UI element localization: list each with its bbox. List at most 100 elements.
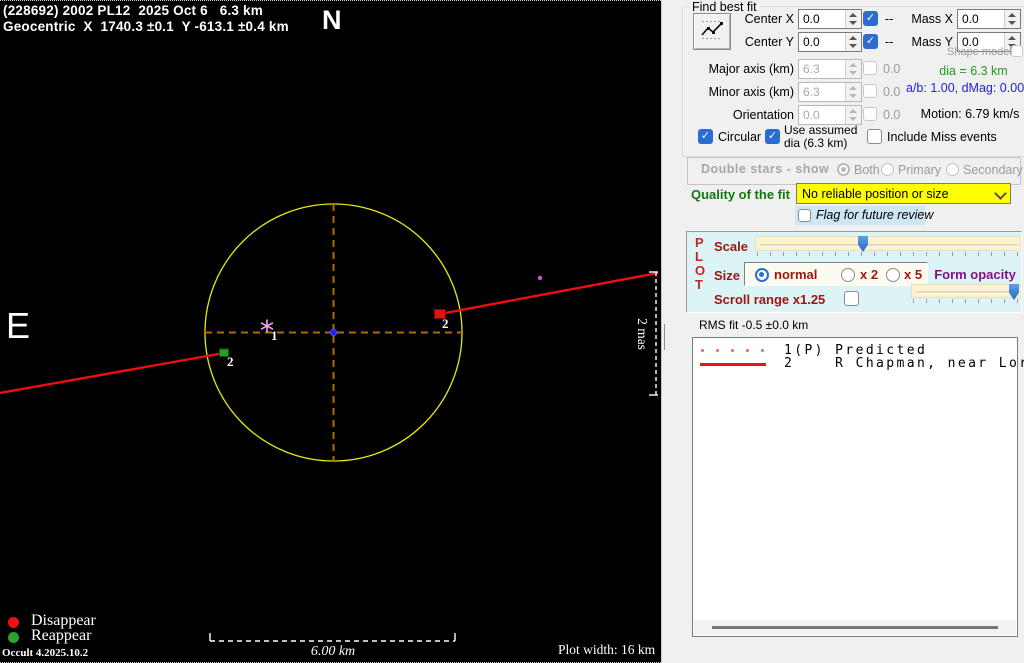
form-opacity-groove: [916, 291, 1018, 294]
center-y-spinner[interactable]: 0.0: [798, 32, 862, 52]
predicted-path-dot: [537, 275, 543, 281]
flag-review-checkbox[interactable]: [798, 209, 811, 222]
double-both-radio[interactable]: [837, 163, 850, 176]
form-opacity-slider[interactable]: [911, 284, 1021, 300]
legend-row-chord2[interactable]: 2 R Chapman, near Lorena: [784, 356, 1024, 371]
legend-reappear-label: Reappear: [31, 627, 92, 644]
center-y-label: Center Y: [744, 35, 794, 49]
mass-x-label: Mass X: [911, 12, 953, 26]
orientation-aux: 0.0: [883, 108, 901, 122]
center-y-checkbox[interactable]: ✓: [863, 34, 878, 49]
size-x2-radio[interactable]: [841, 268, 855, 282]
use-assumed-label-1: Use assumed: [784, 123, 858, 137]
shape-model-label: Shape model: [947, 46, 1012, 58]
size-x2-label: x 2: [860, 267, 879, 282]
form-opacity-thumb[interactable]: [1009, 284, 1019, 300]
predicted-swatch: [701, 349, 767, 353]
mass-x-spinner[interactable]: 0.0: [957, 9, 1021, 29]
double-secondary-label: Secondary: [963, 163, 1023, 177]
check-icon: ✓: [865, 12, 876, 24]
plot-letter-t: T: [695, 277, 703, 292]
quality-label: Quality of the fit: [691, 187, 790, 202]
shape-model-checkbox[interactable]: [1011, 45, 1023, 57]
scale-slider[interactable]: [755, 236, 1021, 252]
mas-scale-bracket: [649, 271, 658, 396]
rms-readout: RMS fit -0.5 ±0.0 km: [699, 318, 809, 332]
include-miss-checkbox[interactable]: [867, 129, 882, 144]
minor-axis-value[interactable]: 6.3: [799, 83, 845, 101]
mas-scale-label: 2 mas: [635, 318, 650, 350]
size-radio-group: normal x 2 x 5: [744, 262, 928, 286]
center-x-dash-label: --: [885, 12, 894, 26]
scale-slider-ticks: [757, 252, 1019, 256]
minor-axis-checkbox[interactable]: [863, 84, 877, 98]
center-y-value[interactable]: 0.0: [799, 33, 845, 51]
include-miss-label: Include Miss events: [887, 130, 997, 144]
reappear-dot-icon: [8, 632, 19, 643]
double-secondary-radio[interactable]: [946, 163, 959, 176]
scale-slider-thumb[interactable]: [858, 236, 868, 252]
plot-letter-l: L: [695, 249, 703, 264]
chevron-down-icon: [994, 187, 1007, 200]
occultation-plot[interactable]: (228692) 2002 PL12 2025 Oct 6 6.3 km Geo…: [0, 0, 661, 663]
mass-y-label: Mass Y: [911, 35, 953, 49]
scroll-range-label: Scroll range x1.25: [714, 292, 826, 307]
flag-review-bg: Flag for future review: [795, 206, 933, 225]
check-icon: ✓: [767, 130, 778, 142]
divider-tick: [664, 324, 665, 350]
center-x-label: Center X: [744, 12, 794, 26]
chord2-line-right[interactable]: [439, 271, 659, 316]
listbox-hscrollbar[interactable]: [694, 620, 1016, 635]
marker1-label: 1: [271, 328, 278, 343]
mass-x-value[interactable]: 0.0: [958, 10, 1004, 28]
north-label: N: [322, 5, 342, 35]
east-label: E: [6, 305, 31, 346]
marker2-green-label: 2: [227, 354, 234, 369]
orientation-spinner[interactable]: 0.0: [798, 105, 862, 125]
version-label: Occult 4.2025.10.2: [2, 647, 89, 659]
minor-axis-spinner[interactable]: 6.3: [798, 82, 862, 102]
form-opacity-ticks: [913, 299, 1019, 303]
disappear-dot-icon: [8, 617, 19, 628]
size-x5-radio[interactable]: [886, 268, 900, 282]
orientation-label: Orientation: [732, 108, 794, 122]
occult-window: (228692) 2002 PL12 2025 Oct 6 6.3 km Geo…: [0, 0, 1024, 663]
use-assumed-checkbox[interactable]: ✓: [765, 129, 780, 144]
center-x-checkbox[interactable]: ✓: [863, 11, 878, 26]
size-normal-radio[interactable]: [755, 268, 769, 282]
chord2-line-left[interactable]: [0, 351, 225, 395]
center-y-dash-label: --: [885, 35, 894, 49]
scroll-range-checkbox[interactable]: [844, 291, 859, 306]
major-axis-checkbox[interactable]: [863, 61, 877, 75]
major-axis-spinner[interactable]: 6.3: [798, 59, 862, 79]
major-axis-value[interactable]: 6.3: [799, 60, 845, 78]
quality-combobox[interactable]: No reliable position or size: [796, 183, 1011, 204]
scale-bar-label: 6.00 km: [310, 644, 356, 659]
size-label: Size: [714, 268, 741, 283]
size-normal-label: normal: [774, 267, 818, 282]
circular-checkbox[interactable]: ✓: [698, 129, 713, 144]
circular-label: Circular: [718, 130, 762, 144]
double-primary-label: Primary: [898, 163, 942, 177]
listbox-hscrollbar-thumb[interactable]: [712, 626, 998, 629]
plot-width-label: Plot width: 16 km: [558, 642, 656, 657]
chord-legend-listbox[interactable]: 1(P) Predicted 2 R Chapman, near Lorena: [692, 337, 1024, 637]
center-x-spinner[interactable]: 0.0: [798, 9, 862, 29]
plot-title-line2: Geocentric X 1740.3 ±0.1 Y -613.1 ±0.4 k…: [3, 19, 289, 34]
center-x-value[interactable]: 0.0: [799, 10, 845, 28]
minor-axis-aux: 0.0: [883, 85, 901, 99]
form-opacity-label: Form opacity: [934, 267, 1016, 282]
plot-letter-p: P: [695, 235, 704, 250]
scale-slider-groove: [760, 244, 1018, 247]
double-both-label: Both: [854, 163, 880, 177]
plot-title-line1: (228692) 2002 PL12 2025 Oct 6 6.3 km: [3, 3, 263, 18]
orientation-value[interactable]: 0.0: [799, 106, 845, 124]
double-stars-label: Double stars - show: [701, 162, 830, 176]
chord2-swatch: [700, 363, 766, 366]
size-x5-label: x 5: [904, 267, 923, 282]
km-scale-bar: [209, 633, 456, 642]
double-primary-radio[interactable]: [881, 163, 894, 176]
scale-label: Scale: [714, 239, 748, 254]
quality-value: No reliable position or size: [802, 187, 949, 201]
orientation-checkbox[interactable]: [863, 107, 877, 121]
